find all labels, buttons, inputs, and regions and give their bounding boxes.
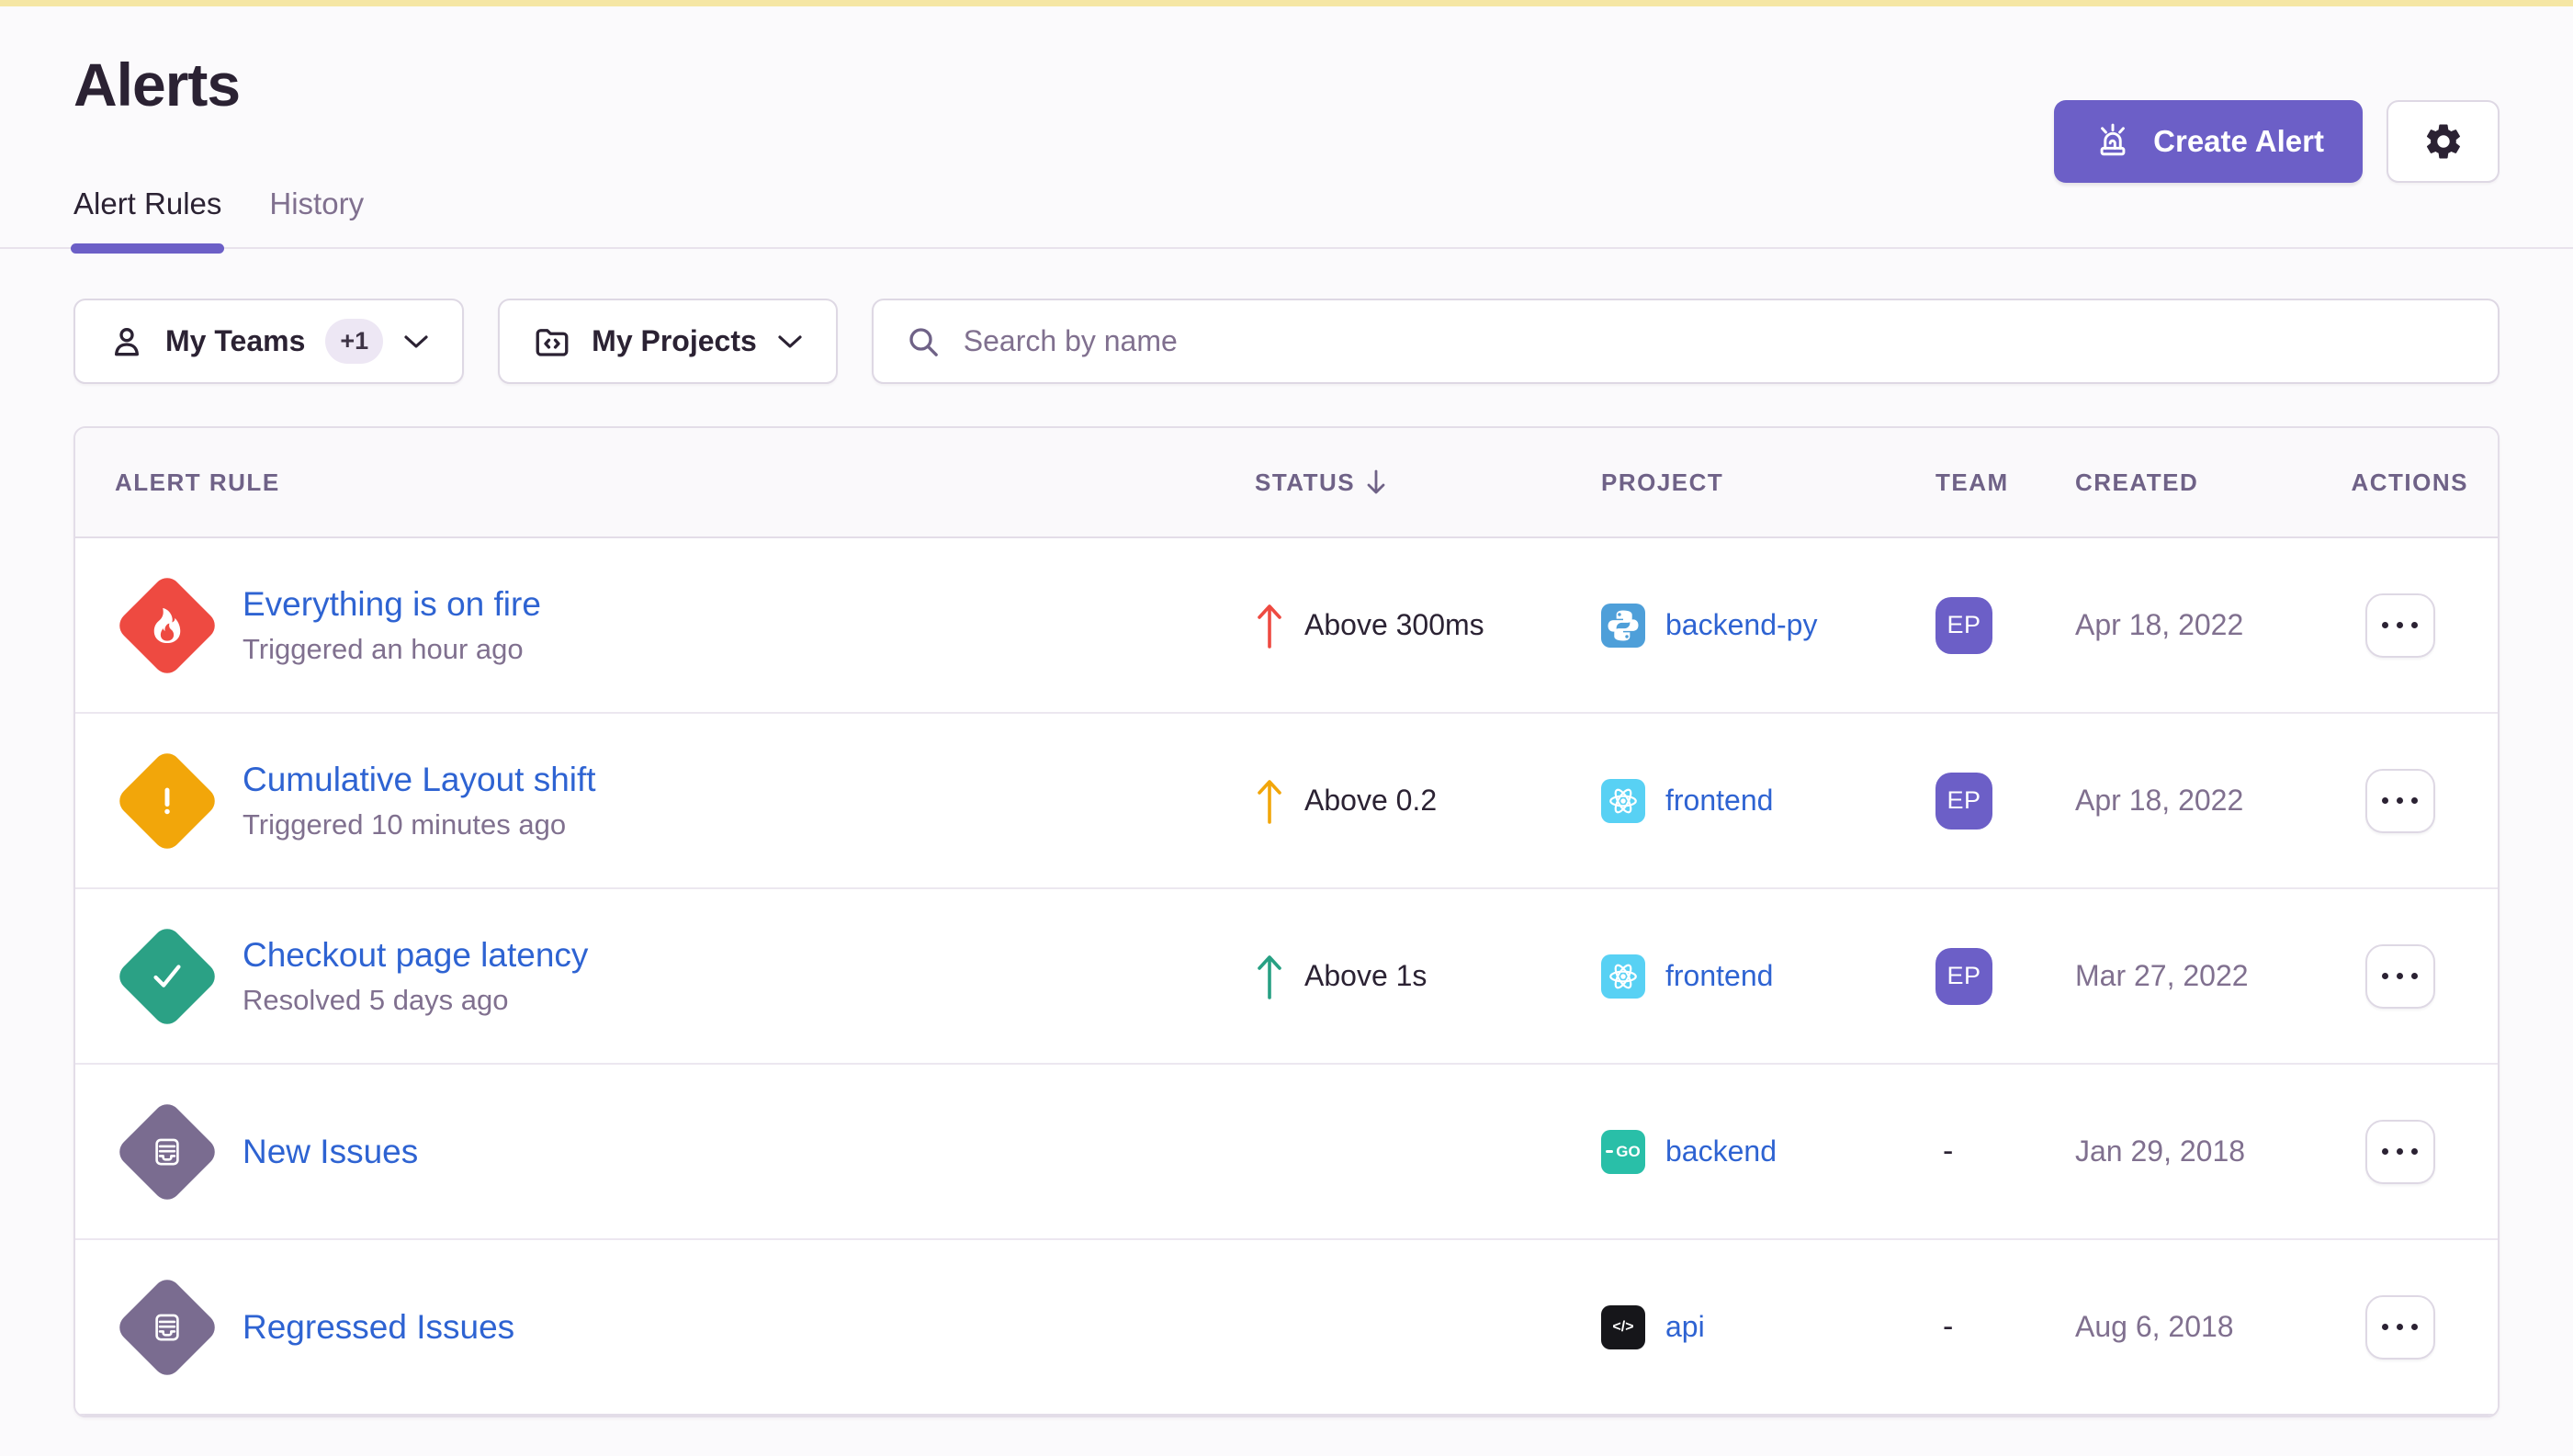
alert-rule-link[interactable]: New Issues	[243, 1133, 418, 1171]
status-threshold: Above 0.2	[1304, 784, 1437, 818]
project-link[interactable]: frontend	[1665, 959, 1773, 993]
table-row: Regressed Issues </> api - Aug 6, 2018	[75, 1240, 2498, 1416]
search-input[interactable]	[964, 324, 2466, 358]
project-link[interactable]: frontend	[1665, 784, 1773, 818]
column-header-created: CREATED	[2075, 468, 2339, 497]
created-date: Mar 27, 2022	[2075, 959, 2339, 993]
create-alert-button[interactable]: Create Alert	[2054, 100, 2363, 183]
code-icon: </>	[1601, 1305, 1645, 1349]
table-header-row: ALERT RULE STATUS PROJECT TEAM CREATED A…	[75, 428, 2498, 538]
arrow-down-icon	[1364, 468, 1388, 496]
react-icon	[1601, 954, 1645, 999]
team-empty: -	[1935, 1134, 1953, 1168]
projects-filter-button[interactable]: My Projects	[498, 299, 838, 384]
tab-bar: Alert Rules History	[0, 186, 2573, 249]
react-icon	[1601, 779, 1645, 823]
column-header-status[interactable]: STATUS	[1255, 468, 1601, 497]
row-actions-button[interactable]	[2365, 1295, 2435, 1360]
alert-severity-icon	[114, 1274, 220, 1381]
table-row: Checkout page latency Resolved 5 days ag…	[75, 889, 2498, 1065]
row-actions-button[interactable]	[2365, 944, 2435, 1009]
check-icon	[146, 955, 188, 998]
created-date: Apr 18, 2022	[2075, 608, 2339, 642]
table-row: Everything is on fire Triggered an hour …	[75, 538, 2498, 714]
status-threshold: Above 1s	[1304, 959, 1427, 993]
project-link[interactable]: backend-py	[1665, 608, 1817, 642]
go-icon: GO	[1601, 1130, 1645, 1174]
teams-filter-label: My Teams	[165, 324, 305, 358]
chevron-down-icon	[777, 334, 803, 349]
teams-filter-button[interactable]: My Teams +1	[73, 299, 464, 384]
alert-rule-link[interactable]: Everything is on fire	[243, 585, 541, 624]
project-link[interactable]: api	[1665, 1310, 1705, 1344]
projects-filter-label: My Projects	[592, 324, 757, 358]
team-badge[interactable]: EP	[1935, 948, 1992, 1005]
gear-icon	[2422, 120, 2465, 163]
arrow-up-icon	[1255, 775, 1284, 827]
column-header-team: TEAM	[1935, 468, 2075, 497]
alert-rule-link[interactable]: Checkout page latency	[243, 936, 588, 975]
column-header-project: PROJECT	[1601, 468, 1935, 497]
alert-severity-icon	[114, 1099, 220, 1205]
column-header-alert-rule: ALERT RULE	[75, 468, 1255, 497]
alert-rule-link[interactable]: Cumulative Layout shift	[243, 761, 596, 799]
alert-rules-table: ALERT RULE STATUS PROJECT TEAM CREATED A…	[73, 426, 2500, 1417]
alert-rule-activity: Triggered 10 minutes ago	[243, 808, 596, 841]
project-link[interactable]: backend	[1665, 1134, 1777, 1168]
table-row: New Issues GO backend - Jan 29, 2018	[75, 1065, 2498, 1240]
issues-icon	[148, 1133, 186, 1171]
filter-bar: My Teams +1 My Projects	[73, 299, 2500, 384]
row-actions-button[interactable]	[2365, 1120, 2435, 1184]
issues-icon	[148, 1308, 186, 1347]
create-alert-label: Create Alert	[2153, 124, 2324, 159]
arrow-up-icon	[1255, 951, 1284, 1002]
chevron-down-icon	[403, 334, 429, 349]
folder-code-icon	[533, 322, 571, 361]
table-row: Cumulative Layout shift Triggered 10 min…	[75, 714, 2498, 889]
created-date: Apr 18, 2022	[2075, 784, 2339, 818]
created-date: Jan 29, 2018	[2075, 1134, 2339, 1168]
header-actions: Create Alert	[2054, 100, 2500, 183]
search-box	[872, 299, 2500, 384]
person-icon	[108, 323, 145, 360]
fire-icon	[150, 608, 185, 643]
alert-severity-icon	[114, 923, 220, 1030]
teams-extra-badge: +1	[325, 319, 383, 364]
status-threshold: Above 300ms	[1304, 608, 1484, 642]
alert-rule-link[interactable]: Regressed Issues	[243, 1308, 514, 1347]
alert-severity-icon	[114, 572, 220, 679]
team-empty: -	[1935, 1309, 1953, 1344]
arrow-up-icon	[1255, 600, 1284, 651]
tab-history[interactable]: History	[269, 186, 364, 247]
top-accent-bar	[0, 0, 2573, 6]
python-icon	[1601, 604, 1645, 648]
exclamation-icon	[147, 781, 187, 821]
column-header-actions: ACTIONS	[2339, 468, 2498, 497]
team-badge[interactable]: EP	[1935, 773, 1992, 830]
settings-button[interactable]	[2387, 100, 2500, 183]
created-date: Aug 6, 2018	[2075, 1310, 2339, 1344]
alert-severity-icon	[114, 748, 220, 854]
alert-rule-activity: Triggered an hour ago	[243, 633, 541, 666]
siren-icon	[2093, 121, 2133, 162]
search-icon	[905, 323, 942, 360]
row-actions-button[interactable]	[2365, 593, 2435, 658]
alert-rule-activity: Resolved 5 days ago	[243, 984, 588, 1017]
tab-alert-rules[interactable]: Alert Rules	[73, 186, 221, 247]
alerts-page: Alerts Create Alert Alert Rules Hist	[0, 54, 2573, 1417]
team-badge[interactable]: EP	[1935, 597, 1992, 654]
row-actions-button[interactable]	[2365, 769, 2435, 833]
